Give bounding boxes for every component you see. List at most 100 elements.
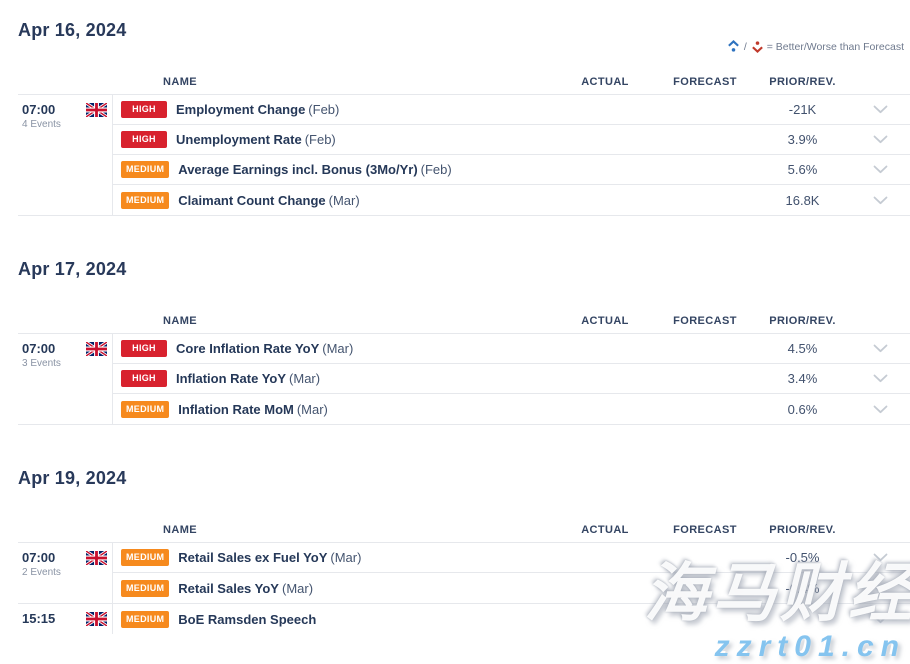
event-row[interactable]: MEDIUM Claimant Count Change (Mar) 16.8K	[113, 185, 910, 215]
rows: HIGH Employment Change (Feb) -21K HIGH U…	[112, 95, 910, 215]
united-kingdom-flag-icon	[86, 342, 107, 356]
table-header-row: NAME ACTUAL FORECAST PRIOR/REV.	[18, 303, 910, 334]
event-row[interactable]: HIGH Unemployment Rate (Feb) 3.9%	[113, 125, 910, 155]
groups: 07:00 4 Events HIGH Employment Change (F…	[18, 95, 910, 216]
chevron-down-icon	[872, 163, 889, 178]
prior-value: -21K	[755, 102, 850, 117]
event-name: Retail Sales YoY	[178, 581, 279, 596]
chevron-down-icon	[872, 551, 889, 566]
event-row[interactable]: MEDIUM BoE Ramsden Speech	[113, 604, 910, 634]
time-cell: 07:00 2 Events	[18, 543, 112, 603]
col-header-name: NAME	[112, 76, 555, 88]
expand-row-button[interactable]	[870, 402, 891, 417]
importance-badge: HIGH	[121, 340, 167, 357]
event-time: 07:00	[22, 550, 61, 565]
chevron-down-icon	[872, 372, 889, 387]
event-name: Inflation Rate MoM	[178, 402, 294, 417]
event-period: (Feb)	[308, 102, 339, 117]
time-group: 07:00 3 Events HIGH Core Inflation Rate …	[18, 334, 910, 425]
united-kingdom-flag-icon	[86, 551, 107, 565]
legend-separator: /	[744, 41, 747, 53]
calendar: Apr 16, 2024 NAME ACTUAL FORECAST PRIOR/…	[0, 18, 910, 634]
prior-value: 3.4%	[755, 371, 850, 386]
importance-badge: MEDIUM	[121, 401, 169, 418]
event-row[interactable]: MEDIUM Inflation Rate MoM (Mar) 0.6%	[113, 394, 910, 424]
event-row[interactable]: MEDIUM Retail Sales ex Fuel YoY (Mar) -0…	[113, 543, 910, 573]
event-name: Employment Change	[176, 102, 305, 117]
event-row[interactable]: MEDIUM Average Earnings incl. Bonus (3Mo…	[113, 155, 910, 185]
event-row[interactable]: MEDIUM Retail Sales YoY (Mar) -0.4%	[113, 573, 910, 603]
expand-row-button[interactable]	[870, 162, 891, 177]
prior-value: -0.5%	[755, 550, 850, 565]
events-count: 4 Events	[22, 119, 61, 130]
prior-value: 3.9%	[755, 132, 850, 147]
time-group: 07:00 4 Events HIGH Employment Change (F…	[18, 95, 910, 216]
events-count: 3 Events	[22, 358, 61, 369]
event-period: (Feb)	[305, 132, 336, 147]
time-cell: 07:00 3 Events	[18, 334, 112, 424]
col-header-actual: ACTUAL	[555, 315, 655, 327]
events-count: 2 Events	[22, 567, 61, 578]
economic-calendar-page: / = Better/Worse than Forecast Apr 16, 2…	[0, 18, 910, 662]
united-kingdom-flag-icon	[86, 612, 107, 626]
worse-than-forecast-icon	[751, 40, 764, 53]
event-name: Unemployment Rate	[176, 132, 302, 147]
groups: 07:00 2 Events MEDIUM Retail Sales ex Fu…	[18, 543, 910, 634]
expand-row-button[interactable]	[870, 371, 891, 386]
better-than-forecast-icon	[727, 40, 740, 53]
event-time: 07:00	[22, 102, 61, 117]
col-header-prior: PRIOR/REV.	[755, 315, 850, 327]
importance-badge: MEDIUM	[121, 580, 169, 597]
expand-row-button[interactable]	[870, 550, 891, 565]
event-name: Core Inflation Rate YoY	[176, 341, 319, 356]
rows: MEDIUM Retail Sales ex Fuel YoY (Mar) -0…	[112, 543, 910, 603]
event-period: (Mar)	[282, 581, 313, 596]
expand-row-button[interactable]	[870, 193, 891, 208]
date-heading: Apr 16, 2024	[18, 18, 910, 42]
event-name: Inflation Rate YoY	[176, 371, 286, 386]
event-row[interactable]: HIGH Employment Change (Feb) -21K	[113, 95, 910, 125]
col-header-name: NAME	[112, 315, 555, 327]
expand-row-button[interactable]	[870, 341, 891, 356]
time-cell: 15:15	[18, 604, 112, 634]
col-header-forecast: FORECAST	[655, 524, 755, 536]
event-period: (Mar)	[322, 341, 353, 356]
event-name: Claimant Count Change	[178, 193, 325, 208]
rows: HIGH Core Inflation Rate YoY (Mar) 4.5% …	[112, 334, 910, 424]
table-header-row: NAME ACTUAL FORECAST PRIOR/REV.	[18, 64, 910, 95]
importance-badge: MEDIUM	[121, 611, 169, 628]
event-period: (Feb)	[421, 162, 452, 177]
event-time: 07:00	[22, 341, 61, 356]
chevron-down-icon	[872, 194, 889, 209]
chevron-down-icon	[872, 103, 889, 118]
expand-row-button[interactable]	[870, 581, 891, 596]
importance-badge: HIGH	[121, 370, 167, 387]
event-name: Retail Sales ex Fuel YoY	[178, 550, 327, 565]
time-cell: 07:00 4 Events	[18, 95, 112, 215]
event-row[interactable]: HIGH Core Inflation Rate YoY (Mar) 4.5%	[113, 334, 910, 364]
prior-value: 5.6%	[755, 162, 850, 177]
event-period: (Mar)	[329, 193, 360, 208]
importance-badge: MEDIUM	[121, 192, 169, 209]
prior-value: 4.5%	[755, 341, 850, 356]
expand-row-button[interactable]	[870, 132, 891, 147]
calendar-day-section: Apr 19, 2024 NAME ACTUAL FORECAST PRIOR/…	[18, 466, 910, 634]
event-period: (Mar)	[330, 550, 361, 565]
event-time: 15:15	[22, 611, 55, 626]
date-heading: Apr 19, 2024	[18, 466, 910, 490]
event-row[interactable]: HIGH Inflation Rate YoY (Mar) 3.4%	[113, 364, 910, 394]
col-header-forecast: FORECAST	[655, 315, 755, 327]
united-kingdom-flag-icon	[86, 103, 107, 117]
expand-row-button[interactable]	[870, 102, 891, 117]
col-header-actual: ACTUAL	[555, 524, 655, 536]
calendar-day-section: Apr 17, 2024 NAME ACTUAL FORECAST PRIOR/…	[18, 257, 910, 425]
importance-badge: HIGH	[121, 101, 167, 118]
date-heading: Apr 17, 2024	[18, 257, 910, 281]
col-header-prior: PRIOR/REV.	[755, 76, 850, 88]
event-period: (Mar)	[289, 371, 320, 386]
col-header-name: NAME	[112, 524, 555, 536]
expand-row-button[interactable]	[870, 612, 891, 627]
col-header-actual: ACTUAL	[555, 76, 655, 88]
prior-value: -0.4%	[755, 581, 850, 596]
importance-badge: MEDIUM	[121, 549, 169, 566]
